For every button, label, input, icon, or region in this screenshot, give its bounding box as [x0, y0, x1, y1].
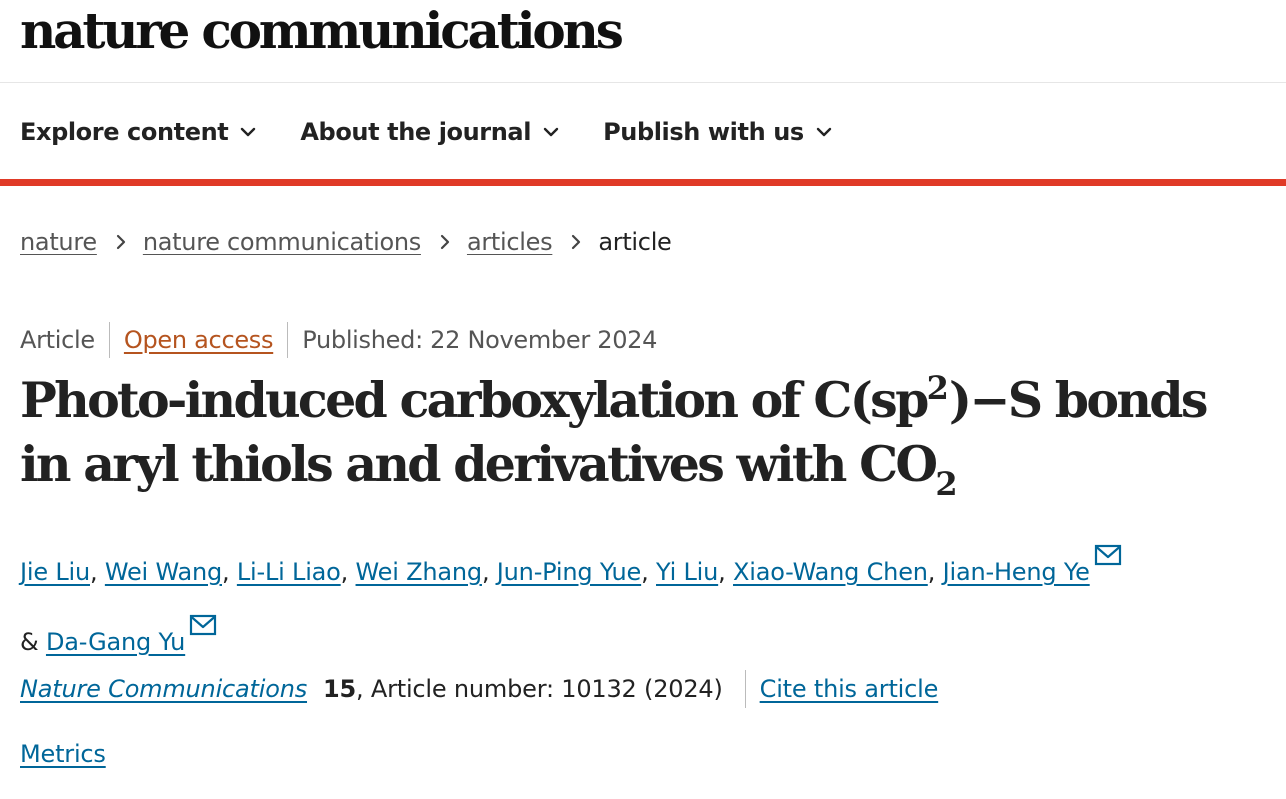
- article-number: , Article number: 10132 (2024): [356, 675, 723, 703]
- breadcrumb-articles[interactable]: articles: [467, 228, 553, 256]
- open-access-link[interactable]: Open access: [124, 326, 274, 354]
- nav-publish-with-us[interactable]: Publish with us: [603, 118, 834, 146]
- meta-divider: [287, 322, 289, 358]
- author-link[interactable]: Jian-Heng Ye: [943, 558, 1090, 586]
- chevron-right-icon: [440, 234, 450, 250]
- breadcrumb-nature-communications[interactable]: nature communications: [143, 228, 421, 256]
- author-link[interactable]: Wei Zhang: [356, 558, 483, 586]
- accent-divider: [0, 179, 1286, 186]
- nav-explore-content-label: Explore content: [20, 118, 229, 146]
- chevron-down-icon: [816, 127, 831, 137]
- author-link[interactable]: Jie Liu: [20, 558, 90, 586]
- author-separator: ,: [641, 558, 656, 586]
- author-link[interactable]: Yi Liu: [656, 558, 718, 586]
- nav-about-journal[interactable]: About the journal: [300, 118, 561, 146]
- author-list: Jie Liu, Wei Wang, Li-Li Liao, Wei Zhang…: [20, 530, 1270, 670]
- citation-line: Nature Communications 15 , Article numbe…: [20, 668, 938, 710]
- author-separator: ,: [222, 558, 237, 586]
- journal-logo[interactable]: nature communications: [20, 0, 624, 62]
- author-separator: ,: [718, 558, 734, 586]
- breadcrumb-current: article: [598, 228, 672, 256]
- nav-publish-with-us-label: Publish with us: [603, 118, 804, 146]
- volume-number: 15: [323, 675, 357, 703]
- journal-link[interactable]: Nature Communications: [20, 675, 307, 703]
- author-link[interactable]: Da-Gang Yu: [46, 628, 185, 656]
- title-subscript: 2: [935, 465, 958, 503]
- author-link[interactable]: Jun-Ping Yue: [497, 558, 642, 586]
- author-conjunction: &: [20, 628, 46, 656]
- email-icon[interactable]: [189, 600, 217, 636]
- meta-divider: [108, 322, 110, 358]
- article-title: Photo-induced carboxylation of C(sp2)−S …: [20, 368, 1260, 500]
- title-superscript: 2: [926, 369, 949, 407]
- chevron-right-icon: [116, 234, 125, 250]
- breadcrumb-nature[interactable]: nature: [20, 228, 97, 256]
- title-part-1: Photo-induced carboxylation of C(sp: [20, 371, 929, 429]
- email-icon[interactable]: [1094, 530, 1122, 566]
- metrics-link[interactable]: Metrics: [20, 740, 106, 768]
- author-link[interactable]: Xiao-Wang Chen: [733, 558, 928, 586]
- author-separator: ,: [481, 558, 497, 586]
- author-separator: ,: [90, 558, 105, 586]
- chevron-down-icon: [543, 127, 559, 137]
- citation-divider: [744, 670, 746, 708]
- author-separator: ,: [340, 558, 356, 586]
- site-header: nature communications: [0, 0, 1286, 83]
- author-link[interactable]: Li-Li Liao: [237, 558, 341, 586]
- cite-this-article-link[interactable]: Cite this article: [760, 675, 939, 703]
- author-link[interactable]: Wei Wang: [105, 558, 222, 586]
- article-type: Article: [20, 326, 95, 354]
- article-meta: Article Open access Published: 22 Novemb…: [20, 320, 657, 360]
- nav-about-journal-label: About the journal: [300, 118, 532, 146]
- published-date: Published: 22 November 2024: [302, 326, 658, 354]
- chevron-right-icon: [572, 234, 581, 250]
- main-nav: Explore content About the journal Publis…: [20, 104, 876, 160]
- nav-explore-content[interactable]: Explore content: [20, 118, 258, 146]
- breadcrumb: nature nature communications articles ar…: [20, 222, 672, 262]
- author-separator: ,: [927, 558, 943, 586]
- chevron-down-icon: [241, 127, 256, 137]
